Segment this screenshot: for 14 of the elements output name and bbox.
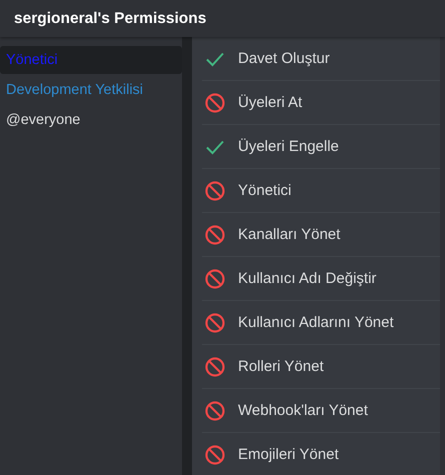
role-item[interactable]: Development Yetkilisi xyxy=(0,76,182,104)
role-item[interactable]: @everyone xyxy=(0,106,182,134)
permission-label: Yönetici xyxy=(238,182,292,199)
permission-label: Kullanıcı Adlarını Yönet xyxy=(238,314,394,331)
permission-label: Üyeleri Engelle xyxy=(238,138,339,155)
permission-label: Kanalları Yönet xyxy=(238,226,340,243)
window-title: sergioneral's Permissions xyxy=(14,10,206,28)
permission-label: Webhook'ları Yönet xyxy=(238,402,368,419)
permission-label: Kullanıcı Adı Değiştir xyxy=(238,270,376,287)
role-item[interactable]: Yönetici xyxy=(0,46,182,74)
permission-label: Davet Oluştur xyxy=(238,50,330,67)
permission-label: Üyeleri At xyxy=(238,94,302,111)
permission-label: Emojileri Yönet xyxy=(238,446,339,463)
permission-label: Rolleri Yönet xyxy=(238,358,324,375)
